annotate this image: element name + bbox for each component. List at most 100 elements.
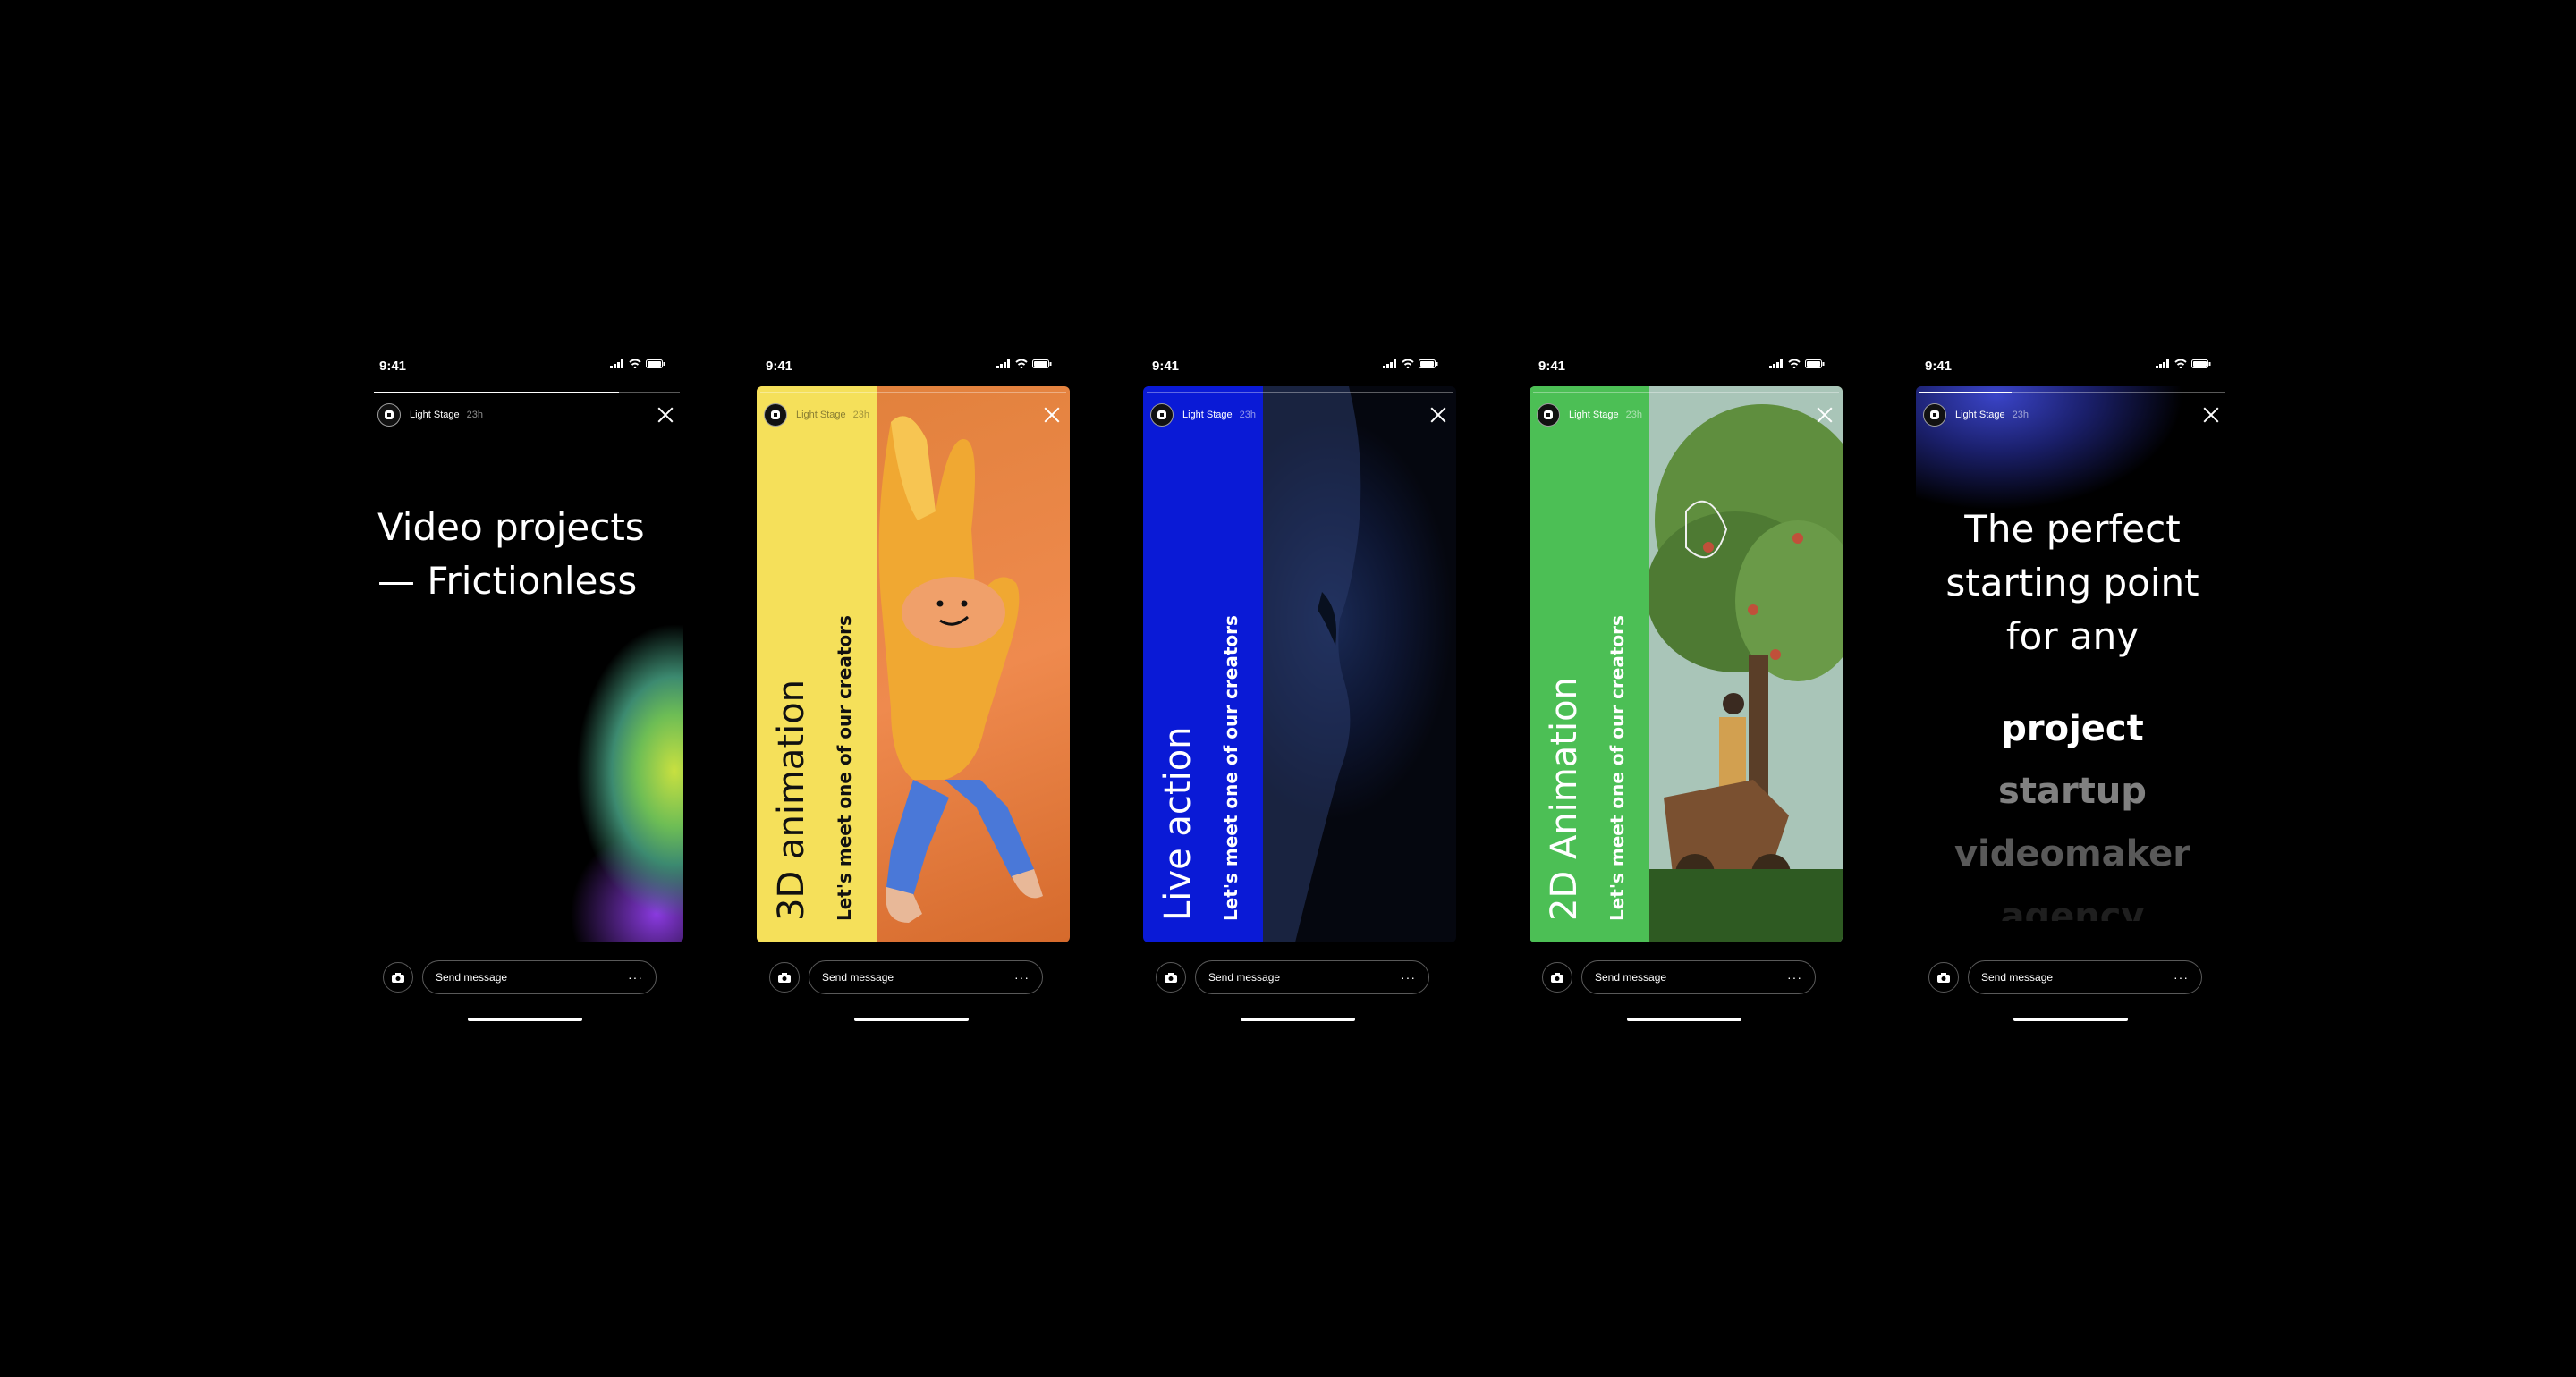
story-footer: Send message ···: [1530, 959, 1843, 996]
light-stage-logo-icon: [1157, 410, 1166, 419]
battery-icon: [646, 359, 665, 368]
story-footer: Send message ···: [757, 959, 1070, 996]
status-icons: [1383, 359, 1438, 368]
story-card[interactable]: Light Stage 23h Video projects — Frictio…: [370, 386, 683, 942]
more-icon[interactable]: ···: [1401, 970, 1416, 984]
camera-icon[interactable]: [1542, 962, 1572, 993]
close-icon[interactable]: [2200, 404, 2222, 426]
category-subtitle: Let's meet one of our creators: [1220, 615, 1241, 921]
light-stage-logo-icon: [1930, 410, 1939, 419]
story-age: 23h: [1625, 410, 1643, 420]
more-icon[interactable]: ···: [1014, 970, 1030, 984]
story-progress: [1533, 392, 1839, 393]
camera-icon[interactable]: [383, 962, 413, 993]
wifi-icon: [629, 359, 641, 368]
story-headline: Video projects — Frictionless: [377, 501, 645, 608]
battery-icon: [1032, 359, 1052, 368]
story-age: 23h: [852, 410, 870, 420]
status-bar: 9:41: [358, 354, 682, 381]
status-bar: 9:41: [1131, 354, 1454, 381]
category-title: 2D Animation: [1544, 677, 1585, 921]
account-name[interactable]: Light Stage: [1182, 410, 1233, 420]
home-indicator[interactable]: [854, 1018, 969, 1021]
home-indicator[interactable]: [1627, 1018, 1741, 1021]
close-icon[interactable]: [1428, 404, 1449, 426]
story-progress: [1919, 392, 2225, 393]
status-icons: [610, 359, 665, 368]
headline-line: starting point: [1945, 561, 2199, 604]
story-header: Light Stage 23h: [377, 402, 676, 427]
phone-story-2: 9:41 Light Stage 23h 3D animation Let's …: [744, 354, 1070, 1026]
story-card[interactable]: Light Stage 23h 3D animation Let's meet …: [757, 386, 1070, 942]
story-card[interactable]: Light Stage 23h The perfect starting poi…: [1916, 386, 2229, 942]
camera-icon[interactable]: [1928, 962, 1959, 993]
camera-icon[interactable]: [769, 962, 800, 993]
signal-icon: [1769, 359, 1783, 368]
close-icon[interactable]: [1814, 404, 1835, 426]
status-icons: [2156, 359, 2211, 368]
phone-story-5: 9:41 Light Stage 23h The perfect startin…: [1903, 354, 2229, 1026]
status-icons: [1769, 359, 1825, 368]
avatar[interactable]: [1923, 403, 1946, 427]
story-footer: Send message ···: [370, 959, 683, 996]
story-age: 23h: [466, 410, 484, 420]
status-time: 9:41: [1538, 359, 1566, 374]
message-placeholder: Send message: [1208, 971, 1281, 984]
story-footer: Send message ···: [1143, 959, 1456, 996]
rotating-word: startup: [1998, 771, 2147, 812]
rotating-word: videomaker: [1953, 833, 2191, 874]
account-name[interactable]: Light Stage: [410, 410, 460, 420]
story-progress: [1147, 392, 1453, 393]
message-placeholder: Send message: [1981, 971, 2054, 984]
story-header: Light Stage 23h: [1150, 402, 1449, 427]
camera-icon[interactable]: [1156, 962, 1186, 993]
send-message-input[interactable]: Send message ···: [422, 960, 657, 994]
avatar[interactable]: [1537, 403, 1560, 427]
phone-story-3: 9:41 Light Stage 23h Live action Let's m…: [1131, 354, 1456, 1026]
account-name[interactable]: Light Stage: [1569, 410, 1619, 420]
avatar[interactable]: [764, 403, 787, 427]
signal-icon: [2156, 359, 2169, 368]
message-placeholder: Send message: [1595, 971, 1667, 984]
light-stage-logo-icon: [385, 410, 394, 419]
battery-icon: [2191, 359, 2211, 368]
more-icon[interactable]: ···: [2174, 970, 2189, 984]
status-bar: 9:41: [1903, 354, 2227, 381]
send-message-input[interactable]: Send message ···: [1581, 960, 1816, 994]
close-icon[interactable]: [655, 404, 676, 426]
headline-line: The perfect: [1964, 507, 2181, 551]
home-indicator[interactable]: [1241, 1018, 1355, 1021]
wifi-icon: [2174, 359, 2187, 368]
wifi-icon: [1402, 359, 1414, 368]
send-message-input[interactable]: Send message ···: [1195, 960, 1429, 994]
account-name[interactable]: Light Stage: [1955, 410, 2005, 420]
phone-story-4: 9:41 Light Stage 23h 2D Animation Let's …: [1517, 354, 1843, 1026]
status-icons: [996, 359, 1052, 368]
story-headline: The perfect starting point for any: [1916, 503, 2229, 663]
headline-line: Video projects: [377, 505, 645, 549]
signal-icon: [1383, 359, 1396, 368]
category-title: Live action: [1157, 726, 1199, 921]
home-indicator[interactable]: [2013, 1018, 2128, 1021]
story-card[interactable]: Light Stage 23h 2D Animation Let's meet …: [1530, 386, 1843, 942]
light-stage-logo-icon: [1544, 410, 1553, 419]
avatar[interactable]: [1150, 403, 1174, 427]
headline-line: for any: [2005, 614, 2140, 658]
avatar[interactable]: [377, 403, 401, 427]
story-card[interactable]: Light Stage 23h Live action Let's meet o…: [1143, 386, 1456, 942]
message-placeholder: Send message: [822, 971, 894, 984]
home-indicator[interactable]: [468, 1018, 582, 1021]
more-icon[interactable]: ···: [628, 970, 643, 984]
account-name[interactable]: Light Stage: [796, 410, 846, 420]
signal-icon: [996, 359, 1010, 368]
more-icon[interactable]: ···: [1787, 970, 1802, 984]
story-header: Light Stage 23h: [1923, 402, 2222, 427]
wifi-icon: [1788, 359, 1801, 368]
battery-icon: [1805, 359, 1825, 368]
close-icon[interactable]: [1041, 404, 1063, 426]
rotating-word-list: project startup videomaker agency: [1916, 697, 2229, 921]
send-message-input[interactable]: Send message ···: [809, 960, 1043, 994]
send-message-input[interactable]: Send message ···: [1968, 960, 2202, 994]
light-stage-logo-icon: [771, 410, 780, 419]
wifi-icon: [1015, 359, 1028, 368]
